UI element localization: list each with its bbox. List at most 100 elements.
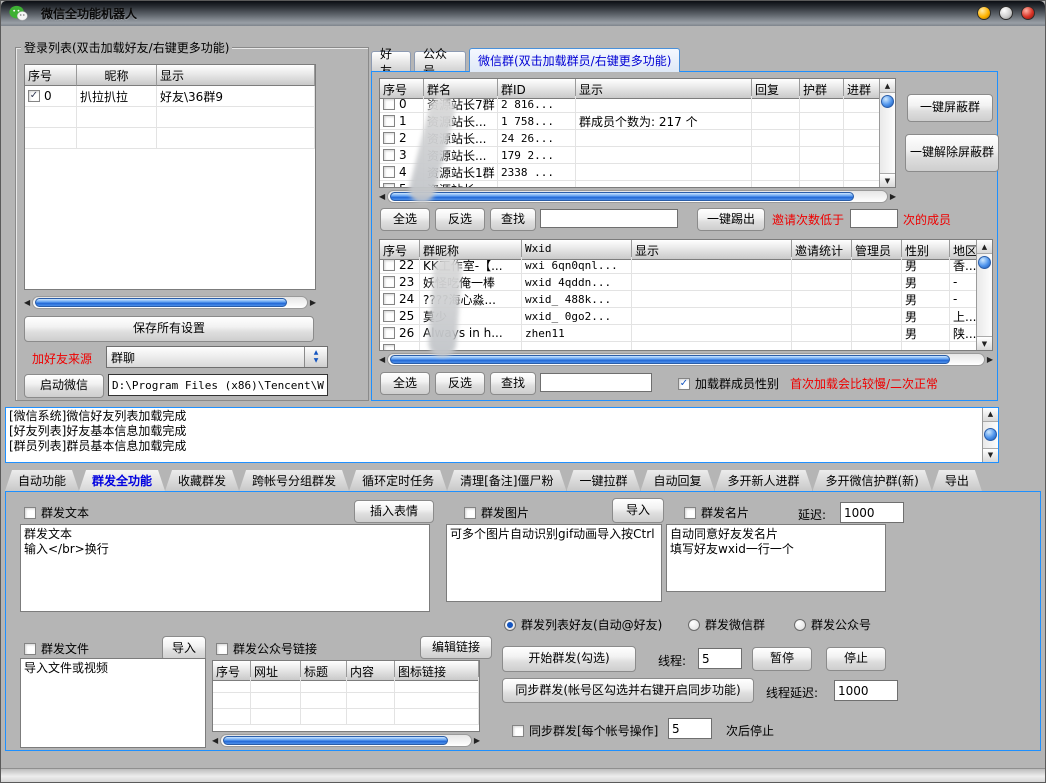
thread-delay-input[interactable] — [834, 680, 898, 701]
table-row[interactable]: 2 — [380, 130, 424, 147]
group-row-checkbox[interactable] — [383, 149, 395, 161]
checkbox-icon[interactable] — [512, 725, 524, 737]
insert-emoji-button[interactable]: 插入表情 — [354, 500, 434, 523]
mass-image-checkbox[interactable]: 群发图片 — [464, 504, 529, 521]
scroll-right-icon[interactable]: ▶ — [474, 737, 480, 745]
friend-source-combobox[interactable]: 群聊 ▲▼ — [106, 346, 328, 368]
checkbox-icon[interactable] — [464, 507, 476, 519]
tab-cross-account-send[interactable]: 跨帐号分组群发 — [239, 470, 349, 491]
tab-multi-guard-group[interactable]: 多开微信护群(新) — [813, 470, 932, 491]
checkbox-icon[interactable] — [216, 643, 228, 655]
mass-file-checkbox[interactable]: 群发文件 — [24, 640, 89, 657]
tab-friends[interactable]: 好友 — [371, 51, 411, 71]
sync-send-button[interactable]: 同步群发(帐号区勾选并右键开启同步功能) — [502, 678, 754, 703]
mass-text-area[interactable]: 群发文本 输入</br>换行 — [20, 524, 430, 612]
scroll-up-icon[interactable]: ▲ — [983, 408, 998, 422]
member-find-button[interactable]: 查找 — [490, 372, 536, 395]
edit-link-button[interactable]: 编辑链接 — [420, 636, 492, 659]
mass-link-checkbox[interactable]: 群发公众号链接 — [216, 640, 317, 657]
member-row-checkbox[interactable] — [383, 310, 395, 322]
table-row[interactable]: 22 — [380, 257, 420, 274]
tab-official-accounts[interactable]: 公众号 — [414, 51, 466, 71]
table-row[interactable]: 25 — [380, 308, 420, 325]
radio-send-groups[interactable]: 群发微信群 — [688, 616, 765, 633]
mass-file-area[interactable]: 导入文件或视频 — [20, 658, 206, 748]
scroll-left-icon[interactable]: ◀ — [379, 356, 385, 364]
sync-limit-checkbox[interactable]: 同步群发[每个帐号操作] — [512, 722, 658, 739]
table-row[interactable]: 23 — [380, 274, 420, 291]
radio-icon[interactable] — [504, 619, 516, 631]
login-row-cell[interactable]: 扒拉扒拉 — [77, 86, 157, 107]
table-row[interactable] — [380, 342, 420, 351]
tab-favorite-send[interactable]: 收藏群发 — [165, 470, 239, 491]
scroll-down-icon[interactable]: ▼ — [983, 448, 998, 462]
group-row-checkbox[interactable] — [383, 132, 395, 144]
group-table-vscrollbar[interactable]: ▲ ▼ — [879, 79, 895, 187]
member-invert-select-button[interactable]: 反选 — [435, 372, 485, 395]
tab-export[interactable]: 导出 — [932, 470, 982, 491]
checkbox-icon[interactable] — [24, 507, 36, 519]
scroll-left-icon[interactable]: ◀ — [212, 737, 218, 745]
login-table-hscrollbar[interactable]: ◀ ▶ — [24, 296, 316, 309]
link-table-hscrollbar[interactable]: ◀ ▶ — [212, 734, 480, 747]
member-row-checkbox[interactable] — [383, 259, 395, 271]
tab-mass-send[interactable]: 群发全功能 — [79, 470, 165, 491]
tab-auto-functions[interactable]: 自动功能 — [5, 470, 79, 491]
group-search-input[interactable] — [540, 209, 678, 228]
table-row[interactable]: 0 — [380, 96, 424, 113]
mass-card-area[interactable]: 自动同意好友发名片 填写好友wxid一行一个 — [666, 524, 886, 592]
scroll-up-icon[interactable]: ▲ — [977, 240, 992, 254]
group-invert-select-button[interactable]: 反选 — [435, 208, 485, 231]
member-row-checkbox[interactable] — [383, 276, 395, 288]
group-row-checkbox[interactable] — [383, 115, 395, 127]
table-row[interactable]: 1 — [380, 113, 424, 130]
scroll-down-icon[interactable]: ▼ — [977, 336, 992, 350]
stop-button[interactable]: 停止 — [826, 647, 886, 671]
tab-clean-zombie-fans[interactable]: 清理[备注]僵尸粉 — [447, 470, 566, 491]
launch-wechat-button[interactable]: 启动微信 — [24, 374, 104, 398]
scroll-right-icon[interactable]: ▶ — [310, 299, 316, 307]
scroll-up-icon[interactable]: ▲ — [880, 79, 895, 93]
login-row-cell[interactable]: 好友\36群9 — [157, 86, 315, 107]
mass-text-checkbox[interactable]: 群发文本 — [24, 504, 89, 521]
member-table-hscrollbar[interactable]: ◀ ▶ — [379, 353, 993, 366]
radio-icon[interactable] — [688, 619, 700, 631]
tab-scheduled-tasks[interactable]: 循环定时任务 — [349, 470, 447, 491]
title-bar[interactable]: 微信全功能机器人 — [1, 1, 1045, 26]
table-row[interactable]: 26 — [380, 325, 420, 342]
scroll-down-icon[interactable]: ▼ — [880, 173, 895, 187]
sync-count-input[interactable] — [668, 718, 712, 739]
group-select-all-button[interactable]: 全选 — [380, 208, 430, 231]
block-group-button[interactable]: 一键屏蔽群 — [907, 94, 993, 122]
close-button[interactable] — [1021, 6, 1035, 20]
minimize-button[interactable] — [977, 6, 991, 20]
member-row-checkbox[interactable] — [383, 293, 395, 305]
group-table-hscrollbar[interactable]: ◀ ▶ — [379, 190, 896, 203]
kick-button[interactable]: 一键踢出 — [697, 208, 765, 231]
scroll-right-icon[interactable]: ▶ — [890, 193, 896, 201]
combo-stepper-icon[interactable]: ▲▼ — [304, 347, 327, 367]
scroll-right-icon[interactable]: ▶ — [987, 356, 993, 364]
member-row-checkbox[interactable] — [383, 327, 395, 339]
log-output[interactable]: [微信系统]微信好友列表加载完成 [好友列表]好友基本信息加载完成 [群员列表]… — [5, 407, 999, 463]
group-row-checkbox[interactable] — [383, 98, 395, 110]
tab-multi-new-member[interactable]: 多开新人进群 — [714, 470, 812, 491]
member-row-checkbox[interactable] — [383, 344, 395, 351]
start-send-button[interactable]: 开始群发(勾选) — [502, 646, 636, 672]
group-row-checkbox[interactable] — [383, 183, 395, 188]
table-row[interactable]: 24 — [380, 291, 420, 308]
delay-input[interactable] — [840, 502, 904, 523]
radio-icon[interactable] — [794, 619, 806, 631]
wechat-path-input[interactable] — [108, 374, 328, 396]
group-row-checkbox[interactable] — [383, 166, 395, 178]
member-select-all-button[interactable]: 全选 — [380, 372, 430, 395]
tab-one-key-invite[interactable]: 一键拉群 — [566, 470, 640, 491]
checkbox-icon[interactable] — [684, 507, 696, 519]
login-row-cell[interactable]: ✓ 0 — [25, 86, 77, 107]
radio-send-official[interactable]: 群发公众号 — [794, 616, 871, 633]
unblock-group-button[interactable]: 一键解除屏蔽群 — [905, 134, 999, 172]
tab-auto-reply[interactable]: 自动回复 — [640, 470, 714, 491]
mass-card-checkbox[interactable]: 群发名片 — [684, 504, 749, 521]
account-checkbox[interactable]: ✓ — [28, 90, 40, 102]
log-vscrollbar[interactable]: ▲ ▼ — [982, 408, 998, 462]
